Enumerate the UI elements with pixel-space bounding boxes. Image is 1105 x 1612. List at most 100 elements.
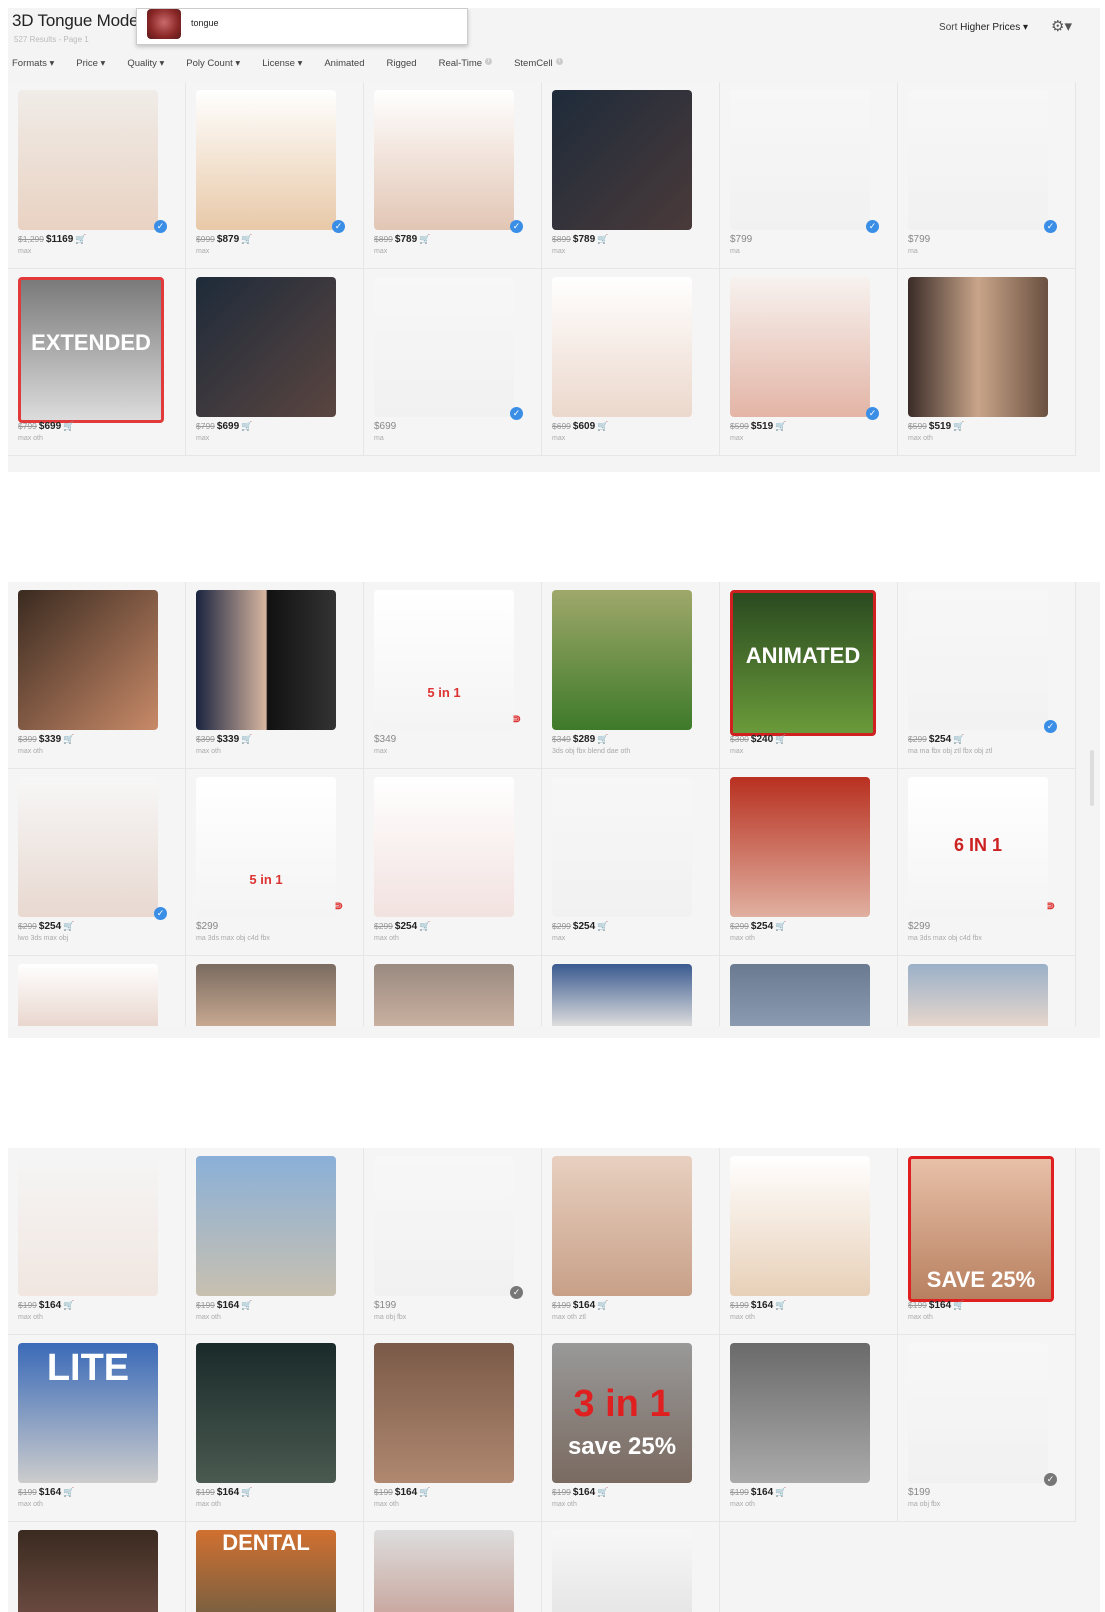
product-card[interactable]: $299 $254 🛒 max: [542, 769, 720, 956]
product-thumbnail[interactable]: [908, 590, 1048, 730]
cart-icon[interactable]: 🛒: [597, 1300, 608, 1310]
product-thumbnail[interactable]: 5 in 1: [196, 777, 336, 917]
product-thumbnail[interactable]: [18, 590, 158, 730]
product-card[interactable]: $199 ma obj fbx ✓: [364, 1148, 542, 1335]
product-card[interactable]: [8, 1522, 186, 1612]
product-card[interactable]: $399 $339 🛒 max oth: [186, 582, 364, 769]
product-thumbnail[interactable]: [374, 777, 514, 917]
product-thumbnail[interactable]: [18, 1530, 158, 1612]
filter-quality[interactable]: Quality ▾: [127, 58, 164, 74]
product-card[interactable]: 3 in 1 save 25% $199 $164 🛒 max oth: [542, 1335, 720, 1522]
product-card[interactable]: $899 $789 🛒 max: [542, 82, 720, 269]
cart-icon[interactable]: 🛒: [63, 1487, 74, 1497]
product-thumbnail[interactable]: [196, 277, 336, 417]
product-card[interactable]: $349 $289 🛒 3ds obj fbx blend dae oth: [542, 582, 720, 769]
product-card[interactable]: $199 $164 🛒 max oth: [8, 1148, 186, 1335]
product-thumbnail[interactable]: [730, 1156, 870, 1296]
cart-icon[interactable]: 🛒: [775, 1487, 786, 1497]
cart-icon[interactable]: 🛒: [241, 234, 252, 244]
suggestion-text[interactable]: tongue: [191, 18, 219, 28]
cart-icon[interactable]: 🛒: [775, 1300, 786, 1310]
product-thumbnail[interactable]: [374, 1530, 514, 1612]
product-card[interactable]: $299 $254 🛒 lwo 3ds max obj ✓: [8, 769, 186, 956]
cart-icon[interactable]: 🛒: [419, 921, 430, 931]
product-card[interactable]: $199 $164 🛒 max oth: [186, 1335, 364, 1522]
scrollbar[interactable]: [1090, 750, 1094, 806]
cart-icon[interactable]: 🛒: [63, 734, 74, 744]
cart-icon[interactable]: 🛒: [241, 421, 252, 431]
product-card[interactable]: $199 $164 🛒 max oth ztl: [542, 1148, 720, 1335]
product-card[interactable]: [720, 956, 898, 1026]
product-card[interactable]: $599 $519 🛒 max ✓: [720, 269, 898, 456]
product-card[interactable]: [542, 956, 720, 1026]
product-thumbnail[interactable]: SAVE 25%: [908, 1156, 1054, 1302]
cart-icon[interactable]: 🛒: [63, 921, 74, 931]
gear-icon[interactable]: ⚙▾: [1051, 17, 1072, 35]
cart-icon[interactable]: 🛒: [63, 1300, 74, 1310]
product-thumbnail[interactable]: [908, 964, 1048, 1026]
product-card[interactable]: $699 ma ✓: [364, 269, 542, 456]
product-card[interactable]: [542, 1522, 720, 1612]
product-card[interactable]: SAVE 25% $199 $164 🛒 max oth: [898, 1148, 1076, 1335]
product-thumbnail[interactable]: [374, 277, 514, 417]
filter-real-time[interactable]: Real-Time: [439, 58, 482, 74]
product-thumbnail[interactable]: 5 in 1: [374, 590, 514, 730]
cart-icon[interactable]: 🛒: [953, 734, 964, 744]
cart-icon[interactable]: 🛒: [775, 921, 786, 931]
cart-icon[interactable]: 🛒: [597, 921, 608, 931]
product-thumbnail[interactable]: [552, 590, 692, 730]
filter-poly-count[interactable]: Poly Count ▾: [186, 58, 240, 74]
cart-icon[interactable]: 🛒: [953, 421, 964, 431]
product-thumbnail[interactable]: [374, 964, 514, 1026]
product-card[interactable]: $899 $789 🛒 max ✓: [364, 82, 542, 269]
product-card[interactable]: DENTAL: [186, 1522, 364, 1612]
product-thumbnail[interactable]: [374, 90, 514, 230]
product-thumbnail[interactable]: [908, 1343, 1048, 1483]
product-thumbnail[interactable]: [552, 277, 692, 417]
product-card[interactable]: [8, 956, 186, 1026]
product-thumbnail[interactable]: ANIMATED: [730, 590, 876, 736]
product-thumbnail[interactable]: DENTAL: [196, 1530, 336, 1612]
product-card[interactable]: EXTENDED $799 $699 🛒 max oth: [8, 269, 186, 456]
product-thumbnail[interactable]: [18, 964, 158, 1026]
cart-icon[interactable]: 🛒: [241, 734, 252, 744]
product-card[interactable]: $399 $339 🛒 max oth: [8, 582, 186, 769]
cart-icon[interactable]: 🛒: [597, 421, 608, 431]
cart-icon[interactable]: 🛒: [241, 1300, 252, 1310]
product-thumbnail[interactable]: [552, 1530, 692, 1612]
cart-icon[interactable]: 🛒: [775, 734, 786, 744]
product-card[interactable]: $299 $254 🛒 max oth: [720, 769, 898, 956]
product-thumbnail[interactable]: [552, 777, 692, 917]
product-card[interactable]: $799 ma ✓: [898, 82, 1076, 269]
cart-icon[interactable]: 🛒: [419, 234, 430, 244]
cart-icon[interactable]: 🛒: [241, 1487, 252, 1497]
product-thumbnail[interactable]: [730, 777, 870, 917]
product-card[interactable]: $999 $879 🛒 max ✓: [186, 82, 364, 269]
product-card[interactable]: $799 $699 🛒 max: [186, 269, 364, 456]
product-thumbnail[interactable]: [730, 277, 870, 417]
cart-icon[interactable]: 🛒: [597, 234, 608, 244]
product-thumbnail[interactable]: [908, 277, 1048, 417]
cart-icon[interactable]: 🛒: [75, 234, 86, 244]
filter-price[interactable]: Price ▾: [76, 58, 105, 74]
product-thumbnail[interactable]: [552, 1156, 692, 1296]
cart-icon[interactable]: 🛒: [597, 1487, 608, 1497]
product-thumbnail[interactable]: [374, 1156, 514, 1296]
filter-animated[interactable]: Animated: [324, 58, 364, 74]
product-card[interactable]: LITE $199 $164 🛒 max oth: [8, 1335, 186, 1522]
filter-rigged[interactable]: Rigged: [386, 58, 416, 74]
product-thumbnail[interactable]: [730, 964, 870, 1026]
product-thumbnail[interactable]: [196, 590, 336, 730]
product-card[interactable]: 5 in 1 $299 ma 3ds max obj c4d fbx ⋑: [186, 769, 364, 956]
product-card[interactable]: 5 in 1 $349 max ⋑: [364, 582, 542, 769]
product-card[interactable]: $199 $164 🛒 max oth: [186, 1148, 364, 1335]
product-thumbnail[interactable]: [18, 90, 158, 230]
product-card[interactable]: $799 ma ✓: [720, 82, 898, 269]
product-thumbnail[interactable]: LITE: [18, 1343, 158, 1483]
product-thumbnail[interactable]: [196, 1343, 336, 1483]
product-thumbnail[interactable]: [374, 1343, 514, 1483]
product-card[interactable]: $199 $164 🛒 max oth: [720, 1148, 898, 1335]
info-icon[interactable]: i: [555, 58, 563, 65]
product-card[interactable]: $299 $254 🛒 max oth: [364, 769, 542, 956]
cart-icon[interactable]: 🛒: [419, 1487, 430, 1497]
